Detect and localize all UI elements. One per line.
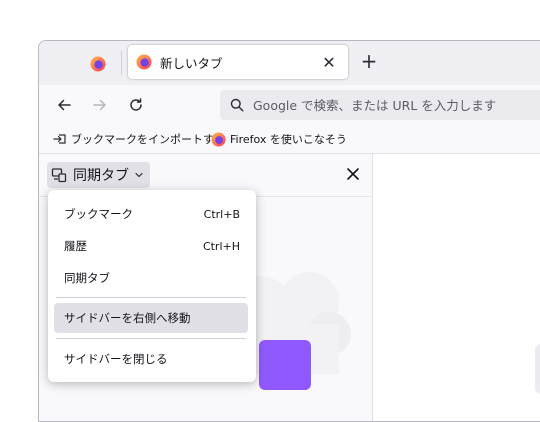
firefox-logo-icon bbox=[90, 56, 106, 72]
menu-item-label: サイドバーを右側へ移動 bbox=[64, 311, 191, 325]
tab-close-button[interactable]: ✕ bbox=[318, 53, 340, 72]
sidebar-close-button[interactable] bbox=[342, 163, 364, 185]
tab-strip: 新しいタブ ✕ + bbox=[39, 41, 540, 85]
menu-item-label: 履歴 bbox=[64, 239, 87, 253]
forward-arrow-icon bbox=[93, 99, 106, 111]
firefox-logo-icon bbox=[136, 54, 152, 70]
menu-item-move-sidebar-right[interactable]: サイドバーを右側へ移動 bbox=[54, 303, 248, 333]
menu-item-close-sidebar[interactable]: サイドバーを閉じる bbox=[54, 344, 248, 374]
menu-item-label: ブックマーク bbox=[64, 207, 133, 221]
pinned-tab[interactable] bbox=[81, 49, 115, 79]
bookmarks-toolbar: ブックマークをインポートす... Firefox を使いこなそう bbox=[39, 125, 540, 154]
menu-separator bbox=[56, 297, 246, 298]
url-bar[interactable] bbox=[220, 90, 540, 120]
menu-item-label: 同期タブ bbox=[64, 271, 110, 285]
bookmark-label: Firefox を使いこなそう bbox=[230, 133, 347, 146]
sidebar-switcher-menu: ブックマーク Ctrl+B 履歴 Ctrl+H 同期タブ サイドバーを右側へ移動… bbox=[48, 190, 256, 382]
import-icon bbox=[53, 134, 66, 144]
menu-item-shortcut: Ctrl+H bbox=[202, 239, 240, 253]
tab-separator bbox=[121, 51, 122, 75]
sidebar-switcher-button[interactable]: 同期タブ bbox=[47, 162, 150, 188]
url-input[interactable] bbox=[251, 96, 540, 114]
menu-item-bookmarks[interactable]: ブックマーク Ctrl+B bbox=[54, 199, 248, 229]
page-content bbox=[373, 154, 540, 421]
tab-title: 新しいタブ bbox=[160, 55, 223, 71]
bookmark-label: ブックマークをインポートす... bbox=[71, 133, 225, 146]
reload-button[interactable] bbox=[124, 93, 148, 117]
new-tab-button[interactable]: + bbox=[358, 51, 380, 73]
close-icon bbox=[347, 168, 359, 180]
menu-item-label: サイドバーを閉じる bbox=[64, 352, 168, 366]
chevron-down-icon bbox=[135, 172, 143, 178]
synced-tabs-icon bbox=[51, 168, 67, 183]
firefox-logo-icon bbox=[211, 131, 226, 147]
menu-item-shortcut: Ctrl+B bbox=[203, 207, 240, 221]
forward-button[interactable] bbox=[88, 93, 112, 117]
search-icon bbox=[230, 98, 244, 112]
reload-icon bbox=[130, 98, 142, 111]
menu-item-history[interactable]: 履歴 Ctrl+H bbox=[54, 231, 248, 261]
back-arrow-icon bbox=[58, 99, 71, 111]
content-card-edge bbox=[535, 344, 540, 394]
menu-item-synced-tabs[interactable]: 同期タブ bbox=[54, 263, 248, 293]
sidebar-title: 同期タブ bbox=[73, 168, 129, 184]
back-button[interactable] bbox=[52, 93, 76, 117]
tab-new-tab[interactable]: 新しいタブ ✕ bbox=[128, 45, 348, 79]
navigation-toolbar bbox=[39, 85, 540, 125]
menu-separator bbox=[56, 338, 246, 339]
bookmark-getting-started[interactable]: Firefox を使いこなそう bbox=[211, 129, 347, 149]
bookmark-import[interactable]: ブックマークをインポートす... bbox=[53, 129, 225, 149]
